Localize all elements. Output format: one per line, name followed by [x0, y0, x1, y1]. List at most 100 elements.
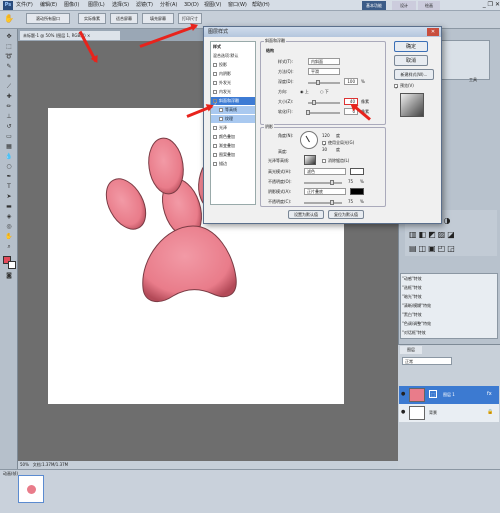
direction-up-radio[interactable]: ◉ 上 [300, 89, 309, 95]
style-stroke[interactable]: 描边 [211, 160, 255, 168]
preview-checkbox[interactable]: ✓ 预览(V) [394, 83, 414, 90]
menu-window[interactable]: 窗口(W) [228, 1, 247, 10]
visibility-eye-icon[interactable]: ● [401, 409, 405, 415]
direction-down-radio[interactable]: ○ 下 [320, 89, 329, 95]
fill-screen-button[interactable]: 填充屏幕 [142, 13, 174, 24]
style-pattern-overlay[interactable]: 图案叠加 [211, 151, 255, 159]
shadow-mode-select[interactable]: 正片叠底 [304, 188, 346, 195]
healing-tool-icon[interactable]: ✚ [3, 93, 15, 101]
dodge-tool-icon[interactable]: ○ [3, 163, 15, 171]
style-row[interactable]: "动感"特效 [402, 275, 494, 282]
style-contour[interactable]: 等高线 [211, 106, 255, 114]
highlight-opacity-slider[interactable] [304, 182, 342, 184]
blur-tool-icon[interactable]: 💧 [3, 153, 15, 161]
3d-orbit-tool-icon[interactable]: ◎ [3, 223, 15, 231]
eraser-tool-icon[interactable]: ▭ [3, 133, 15, 141]
path-select-tool-icon[interactable]: ➤ [3, 193, 15, 201]
menu-view[interactable]: 视图(V) [204, 1, 221, 10]
style-bevel-emboss[interactable]: ✓斜面和浮雕 [211, 97, 255, 105]
menu-file[interactable]: 文件(F) [16, 1, 33, 10]
style-texture[interactable]: 纹理 [211, 115, 255, 123]
make-default-button[interactable]: 设置为默认值 [288, 210, 324, 219]
status-zoom[interactable]: 50% [20, 462, 29, 467]
animation-frame-thumbnail[interactable] [18, 475, 44, 503]
workspace-essentials[interactable]: 基本功能 [362, 1, 386, 10]
adjustment-icons-row-2[interactable]: ▥◧◩▨◪ [409, 230, 493, 240]
antialias-checkbox[interactable]: 消除锯齿(L) [322, 158, 349, 164]
style-outer-glow[interactable]: 外发光 [211, 79, 255, 87]
depth-input[interactable]: 100 [344, 78, 358, 85]
style-blending-options[interactable]: 混合选项:默认 [211, 52, 255, 60]
angle-dial[interactable] [300, 131, 318, 149]
marquee-tool-icon[interactable]: ⬚ [3, 43, 15, 51]
style-gradient-overlay[interactable]: 渐变叠加 [211, 142, 255, 150]
panel-tab-tools[interactable]: 工具 [469, 77, 477, 83]
layer-name[interactable]: 背景 [429, 410, 437, 416]
shadow-color-swatch[interactable] [350, 188, 364, 195]
shadow-opacity-knob[interactable] [330, 200, 334, 205]
layer-blend-mode-select[interactable]: 正常 [402, 357, 452, 365]
depth-slider-knob[interactable] [316, 80, 320, 85]
layer-row-layer1[interactable]: ● ⬚ 图层 1 fx [399, 386, 499, 404]
3d-rotate-tool-icon[interactable]: ◈ [3, 213, 15, 221]
lasso-tool-icon[interactable]: ➰ [3, 53, 15, 61]
style-row[interactable]: "清晰/模糊"特效 [402, 302, 494, 309]
size-slider-knob[interactable] [312, 100, 316, 105]
style-inner-shadow[interactable]: 内阴影 [211, 70, 255, 78]
bevel-method-select[interactable]: 平滑 [308, 68, 340, 75]
animation-panel-tab[interactable]: 动画(帧) [3, 471, 18, 477]
style-row[interactable]: "黑白"特效 [402, 311, 494, 318]
document-tab[interactable]: 未标题-1 @ 50% (图层 1, RGB/8) × [20, 31, 120, 40]
style-inner-glow[interactable]: 内发光 [211, 88, 255, 96]
menu-edit[interactable]: 编辑(E) [40, 1, 57, 10]
crop-tool-icon[interactable]: ⌗ [3, 73, 15, 81]
ok-button[interactable]: 确定 [394, 41, 428, 52]
new-style-button[interactable]: 新建样式(W)... [394, 69, 434, 80]
pen-tool-icon[interactable]: ✒ [3, 173, 15, 181]
depth-slider[interactable] [308, 82, 340, 84]
style-row[interactable]: "选框"特效 [402, 284, 494, 291]
menu-3d[interactable]: 3D(D) [184, 1, 199, 10]
global-light-checkbox[interactable]: ✓ 使用全局光(G) [322, 140, 354, 147]
style-drop-shadow[interactable]: 投影 [211, 61, 255, 69]
cancel-button[interactable]: 取消 [394, 55, 428, 66]
menu-layer[interactable]: 图层(L) [88, 1, 105, 10]
visibility-eye-icon[interactable]: ● [401, 391, 405, 397]
menu-image[interactable]: 图像(I) [64, 1, 79, 10]
style-row[interactable]: "暗光"特效 [402, 293, 494, 300]
fit-screen-button[interactable]: 适合屏幕 [110, 13, 138, 24]
shadow-opacity-value[interactable]: 75 [348, 199, 353, 204]
history-brush-tool-icon[interactable]: ↺ [3, 123, 15, 131]
altitude-value[interactable]: 30 [322, 147, 327, 152]
shadow-opacity-slider[interactable] [304, 202, 342, 204]
styles-header[interactable]: 样式 [211, 43, 255, 51]
workspace-design[interactable]: 设计 [392, 1, 416, 10]
eyedropper-tool-icon[interactable]: ⟋ [3, 83, 15, 91]
shape-tool-icon[interactable]: ▬ [3, 203, 15, 211]
style-row[interactable]: "对话框"特效 [402, 329, 494, 336]
stamp-tool-icon[interactable]: ⊥ [3, 113, 15, 121]
quick-mask-icon[interactable]: ◙ [3, 272, 15, 280]
adjustment-icons-row-3[interactable]: ▤◫▣◰◲ [409, 244, 493, 254]
menu-filter[interactable]: 滤镜(T) [136, 1, 153, 10]
bevel-style-select[interactable]: 内斜面 [308, 58, 340, 65]
window-controls[interactable]: _ ❐ ✕ [460, 1, 500, 10]
soften-slider-knob[interactable] [306, 110, 310, 115]
reset-default-button[interactable]: 复位为默认值 [328, 210, 364, 219]
angle-value[interactable]: 120 [322, 133, 330, 138]
style-color-overlay[interactable]: 颜色叠加 [211, 133, 255, 141]
fx-icon[interactable]: fx [487, 391, 492, 397]
close-icon[interactable]: ✕ [427, 28, 439, 36]
gloss-contour-picker[interactable] [304, 155, 316, 165]
layers-tab[interactable]: 图层 [400, 346, 422, 354]
style-row[interactable]: "色调/调整"特效 [402, 320, 494, 327]
scroll-all-windows-checkbox[interactable]: 滚动所有窗口 [26, 13, 70, 24]
menu-help[interactable]: 帮助(H) [252, 1, 270, 10]
gradient-tool-icon[interactable]: ▦ [3, 143, 15, 151]
soften-slider[interactable] [308, 112, 340, 114]
zoom-tool-icon[interactable]: ⌕ [3, 243, 15, 251]
layer-row-background[interactable]: ● 背景 🔒 [399, 404, 499, 422]
menu-select[interactable]: 选择(S) [112, 1, 129, 10]
highlight-color-swatch[interactable] [350, 168, 364, 175]
highlight-mode-select[interactable]: 滤色 [304, 168, 346, 175]
